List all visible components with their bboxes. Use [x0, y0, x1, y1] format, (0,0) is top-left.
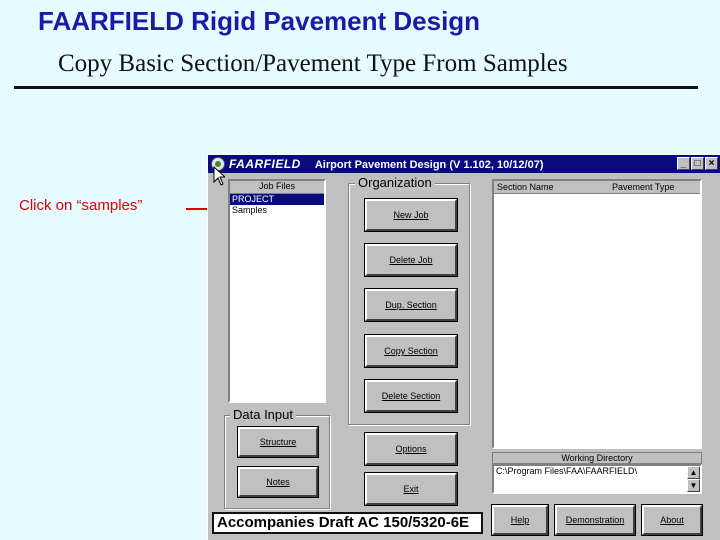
scroll-up-button[interactable]: ▲ [687, 466, 700, 479]
dup-section-button[interactable]: Dup. Section [364, 288, 458, 322]
working-directory-field[interactable]: C:\Program Files\FAA\FAARFIELD\ ▲ ▼ [492, 464, 702, 494]
callout-text: Click on “samples” [19, 197, 143, 214]
new-job-button[interactable]: New Job [364, 198, 458, 232]
slide-subtitle: Copy Basic Section/Pavement Type From Sa… [58, 50, 568, 77]
help-button[interactable]: Help [491, 504, 549, 536]
working-directory-label: Working Directory [492, 452, 702, 464]
job-files-header-label: Job Files [258, 181, 295, 191]
scroll-down-button[interactable]: ▼ [687, 479, 700, 492]
mouse-cursor-icon [213, 166, 225, 186]
caption-box: Accompanies Draft AC 150/5320-6E [212, 512, 483, 534]
delete-section-button[interactable]: Delete Section [364, 379, 458, 413]
list-item-project[interactable]: PROJECT [230, 194, 324, 205]
job-files-header: Job Files [230, 181, 324, 194]
notes-button[interactable]: Notes [237, 466, 319, 498]
list-item-samples[interactable]: Samples [230, 205, 324, 216]
close-button[interactable]: × [705, 157, 718, 170]
window-subtitle: Airport Pavement Design (V 1.102, 10/12/… [314, 159, 544, 171]
section-name-column: Section Name [497, 182, 554, 192]
title-rule [14, 86, 698, 89]
data-input-label: Data Input [230, 407, 296, 422]
maximize-button[interactable]: □ [691, 157, 704, 170]
window-app-name: FAARFIELD [229, 157, 301, 171]
demonstration-button[interactable]: Demonstration [554, 504, 636, 536]
working-directory-path: C:\Program Files\FAA\FAARFIELD\ [496, 466, 638, 476]
exit-button[interactable]: Exit [364, 472, 458, 506]
faarfield-window: FAARFIELD Airport Pavement Design (V 1.10… [207, 154, 720, 540]
window-titlebar[interactable]: FAARFIELD Airport Pavement Design (V 1.10… [208, 155, 720, 173]
about-button[interactable]: About [641, 504, 703, 536]
pavement-type-column: Pavement Type [612, 182, 675, 192]
copy-section-button[interactable]: Copy Section [364, 334, 458, 368]
structure-button[interactable]: Structure [237, 426, 319, 458]
organization-label: Organization [355, 175, 435, 190]
delete-job-button[interactable]: Delete Job [364, 243, 458, 277]
minimize-button[interactable]: _ [677, 157, 690, 170]
slide-title: FAARFIELD Rigid Pavement Design [38, 6, 481, 36]
section-list[interactable]: Section Name Pavement Type [492, 179, 702, 449]
section-list-header: Section Name Pavement Type [494, 181, 700, 194]
job-files-list[interactable]: Job Files PROJECT Samples [228, 179, 326, 403]
options-button[interactable]: Options [364, 432, 458, 466]
